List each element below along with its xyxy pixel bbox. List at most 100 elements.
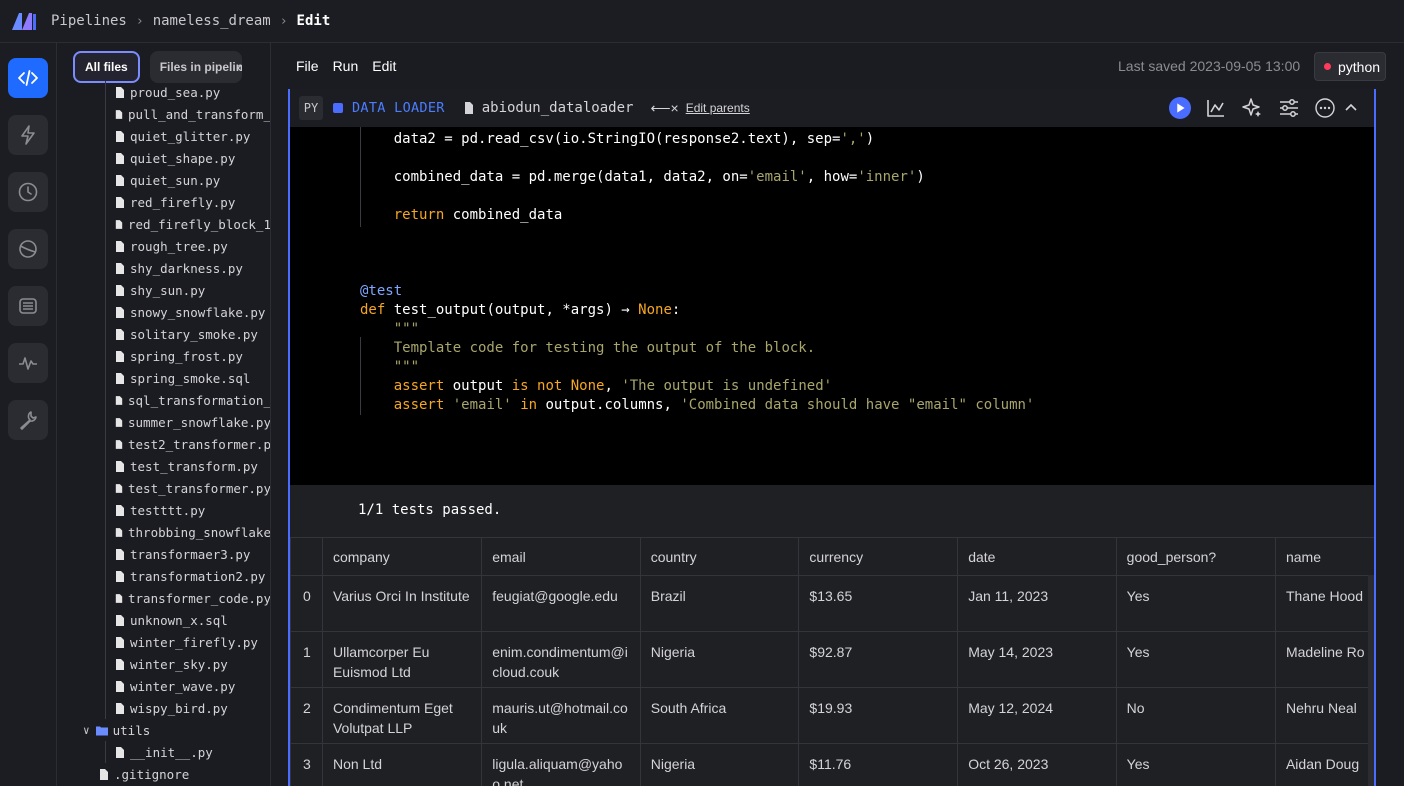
menu-edit[interactable]: Edit <box>372 58 396 74</box>
file-name: pull_and_transform_ <box>128 106 271 122</box>
code-line: data2 = pd.read_csv(io.StringIO(response… <box>360 131 875 147</box>
table-cell: Aidan Doug <box>1274 743 1374 786</box>
mage-logo-icon[interactable] <box>10 10 38 32</box>
block-settings-button[interactable] <box>1278 97 1300 119</box>
settings-button[interactable] <box>8 400 48 440</box>
menu-run[interactable]: Run <box>333 58 359 74</box>
file-item[interactable]: snowy_snowflake.py <box>65 301 270 323</box>
collapse-block-button[interactable] <box>1340 97 1362 119</box>
folder-item[interactable]: ∨ utils <box>65 719 270 741</box>
column-header: company <box>321 537 483 576</box>
chevron-left-icon[interactable]: ‹ <box>237 59 242 76</box>
file-item[interactable]: solitary_smoke.py <box>65 323 270 345</box>
table-row[interactable]: 0 Varius Orci In Institute feugiat@google.… <box>290 575 1374 632</box>
edit-parents-link[interactable]: Edit parents <box>686 101 750 115</box>
file-item[interactable]: wispy_bird.py <box>65 697 270 719</box>
menu-file[interactable]: File <box>296 58 319 74</box>
file-icon <box>115 395 123 405</box>
table-row[interactable]: 1 Ullamcorper Eu Euismod Ltd enim.condimen… <box>290 631 1374 688</box>
tree-guide <box>105 103 106 125</box>
file-item[interactable]: throbbing_snowflake <box>65 521 271 543</box>
triggers-button[interactable] <box>8 115 48 155</box>
ai-button[interactable] <box>1241 97 1263 119</box>
file-item[interactable]: unknown_x.sql <box>65 609 270 631</box>
file-icon <box>116 504 124 516</box>
file-item[interactable]: quiet_glitter.py <box>65 125 270 147</box>
kernel-status-button[interactable]: python <box>1314 52 1386 81</box>
file-item[interactable]: quiet_shape.py <box>65 147 270 169</box>
table-cell: feugiat@google.edu <box>481 575 641 632</box>
file-icon <box>116 174 124 186</box>
tree-guide <box>105 521 106 543</box>
file-item[interactable]: testttt.py <box>65 499 270 521</box>
file-icon <box>115 527 123 537</box>
file-icon <box>116 746 124 758</box>
file-icon <box>115 439 123 449</box>
file-item[interactable]: transformer_code.py <box>65 587 270 609</box>
file-icon <box>116 614 124 626</box>
row-index: 1 <box>290 631 323 688</box>
file-item[interactable]: test_transformer.py <box>65 477 270 499</box>
code-line: assert 'email' in output.columns, 'Combi… <box>393 397 1035 413</box>
file-item[interactable]: test2_transformer.p <box>65 433 270 455</box>
file-item[interactable]: shy_darkness.py <box>65 257 270 279</box>
file-item[interactable]: transformation2.py <box>65 565 270 587</box>
runs-button[interactable] <box>8 172 48 212</box>
backfills-button[interactable] <box>8 229 48 269</box>
tree-guide <box>105 499 106 521</box>
editor-menu: File Run Edit <box>296 58 410 74</box>
tree-guide <box>105 697 106 719</box>
code-editor-button[interactable] <box>8 58 48 98</box>
lightning-icon <box>21 125 35 145</box>
block-name[interactable]: abiodun_dataloader <box>482 100 634 116</box>
table-cell: $13.65 <box>798 575 959 632</box>
logs-button[interactable] <box>8 343 48 383</box>
tree-guide <box>105 301 106 323</box>
run-block-button[interactable] <box>1169 97 1191 119</box>
file-item[interactable]: rough_tree.py <box>65 235 270 257</box>
file-item[interactable]: sql_transformation_ <box>65 389 270 411</box>
monitor-button[interactable] <box>8 286 48 326</box>
file-item[interactable]: winter_sky.py <box>65 653 270 675</box>
tab-files-in-pipeline[interactable]: Files in pipeline <box>149 51 242 83</box>
file-item[interactable]: transformaer3.py <box>65 543 270 565</box>
block-language-tag: PY <box>299 96 323 120</box>
file-item[interactable]: red_firefly.py <box>65 191 270 213</box>
file-item[interactable]: spring_frost.py <box>65 345 270 367</box>
file-item[interactable]: summer_snowflake.py <box>65 411 270 433</box>
folder-icon <box>95 726 108 735</box>
code-block: data2 = pd.read_csv(io.StringIO(response… <box>288 89 1376 786</box>
table-scrollbar[interactable] <box>1368 575 1374 786</box>
code-line: """ <box>393 321 420 337</box>
sliders-icon <box>1280 99 1298 117</box>
file-item[interactable]: test_transform.py <box>65 455 270 477</box>
breadcrumb-pipelines[interactable]: Pipelines <box>51 13 127 29</box>
more-options-button[interactable] <box>1314 97 1336 119</box>
file-item[interactable]: spring_smoke.sql <box>65 367 270 389</box>
breadcrumb-pipeline[interactable]: nameless_dream <box>153 13 271 29</box>
block-type-color-square <box>333 103 343 113</box>
file-item[interactable]: pull_and_transform_ <box>65 103 271 125</box>
table-cell: Yes <box>1115 743 1276 786</box>
tree-guide <box>105 543 106 565</box>
file-item[interactable]: .gitignore <box>65 763 270 785</box>
file-item[interactable]: proud_sea.py <box>65 81 270 103</box>
file-item[interactable]: red_firefly_block_1 <box>65 213 270 235</box>
table-row[interactable]: 3 Non Ltd ligula.aliquam@yahoo.net Nigeria $… <box>290 743 1374 786</box>
file-icon <box>116 350 124 362</box>
file-name: throbbing_snowflake <box>128 524 271 540</box>
file-item[interactable]: winter_firefly.py <box>65 631 270 653</box>
table-cell: Nigeria <box>639 743 800 786</box>
table-row[interactable]: 2 Condimentum Eget Volutpat LLP mauris.ut@… <box>290 687 1374 744</box>
file-item[interactable]: winter_wave.py <box>65 675 270 697</box>
table-cell: Brazil <box>639 575 800 632</box>
tab-all-files[interactable]: All files <box>73 51 140 83</box>
file-item[interactable]: __init__.py <box>65 741 270 763</box>
chart-button[interactable] <box>1205 97 1227 119</box>
tree-guide <box>105 81 106 103</box>
planet-icon <box>19 240 37 258</box>
file-name: __init__.py <box>130 744 213 760</box>
file-item[interactable]: shy_sun.py <box>65 279 270 301</box>
table-cell: ligula.aliquam@yahoo.net <box>481 743 641 786</box>
file-item[interactable]: quiet_sun.py <box>65 169 270 191</box>
